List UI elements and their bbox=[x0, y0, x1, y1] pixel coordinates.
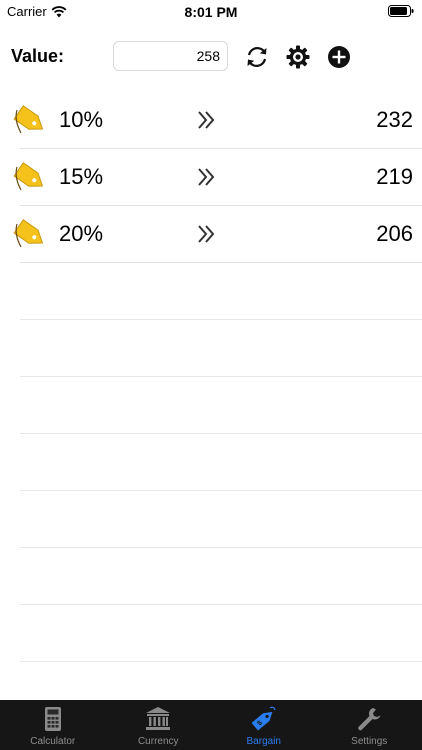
price-tag-icon bbox=[13, 105, 44, 134]
empty-row bbox=[0, 605, 422, 662]
value-label: Value: bbox=[11, 46, 65, 66]
price-tag-icon: $ bbox=[251, 706, 276, 731]
tab-bargain[interactable]: $ Bargain bbox=[211, 700, 317, 750]
empty-row bbox=[0, 548, 422, 605]
battery-icon bbox=[388, 5, 414, 17]
calculator-icon bbox=[44, 707, 61, 731]
tab-bar: Calculator Currency $ Bargain Settings bbox=[0, 700, 422, 750]
double-chevron-right-icon bbox=[198, 111, 215, 129]
tab-label: Currency bbox=[137, 736, 179, 747]
list-item[interactable]: 15% 219 bbox=[0, 149, 422, 206]
discount-percent: 15% bbox=[59, 164, 104, 189]
empty-row bbox=[0, 320, 422, 377]
list-item[interactable]: 20% 206 bbox=[0, 206, 422, 263]
gear-icon bbox=[286, 45, 310, 69]
refresh-button[interactable] bbox=[243, 43, 271, 71]
settings-button[interactable] bbox=[284, 43, 312, 71]
double-chevron-right-icon bbox=[198, 168, 215, 186]
status-bar: Carrier 8:01 PM bbox=[0, 0, 422, 22]
list-item[interactable]: 10% 232 bbox=[0, 92, 422, 149]
tab-label: Settings bbox=[351, 736, 388, 747]
tab-currency[interactable]: Currency bbox=[106, 700, 212, 750]
double-chevron-right-icon bbox=[198, 225, 215, 243]
status-time: 8:01 PM bbox=[184, 4, 238, 20]
empty-row bbox=[0, 434, 422, 491]
row-divider bbox=[20, 661, 422, 662]
wrench-icon bbox=[358, 708, 381, 731]
price-tag-icon bbox=[13, 162, 44, 191]
empty-row bbox=[0, 491, 422, 548]
value-input[interactable] bbox=[113, 41, 228, 71]
discount-list: 10% 232 15% 219 20% 206 bbox=[0, 92, 422, 662]
discounted-value: 232 bbox=[376, 107, 413, 132]
tab-calculator[interactable]: Calculator bbox=[0, 700, 106, 750]
tab-settings[interactable]: Settings bbox=[317, 700, 422, 750]
bank-icon bbox=[146, 707, 171, 730]
add-button[interactable] bbox=[325, 43, 353, 71]
discounted-value: 206 bbox=[376, 221, 413, 246]
tab-label: Calculator bbox=[30, 736, 76, 747]
refresh-icon bbox=[247, 47, 267, 67]
empty-row bbox=[0, 377, 422, 434]
discounted-value: 219 bbox=[376, 164, 413, 189]
discount-percent: 20% bbox=[59, 221, 104, 246]
value-header: Value: bbox=[0, 40, 422, 74]
tab-label: Bargain bbox=[246, 736, 281, 747]
empty-row bbox=[0, 263, 422, 320]
price-tag-icon bbox=[13, 219, 44, 248]
plus-circle-icon bbox=[328, 46, 350, 68]
discount-percent: 10% bbox=[59, 107, 104, 132]
